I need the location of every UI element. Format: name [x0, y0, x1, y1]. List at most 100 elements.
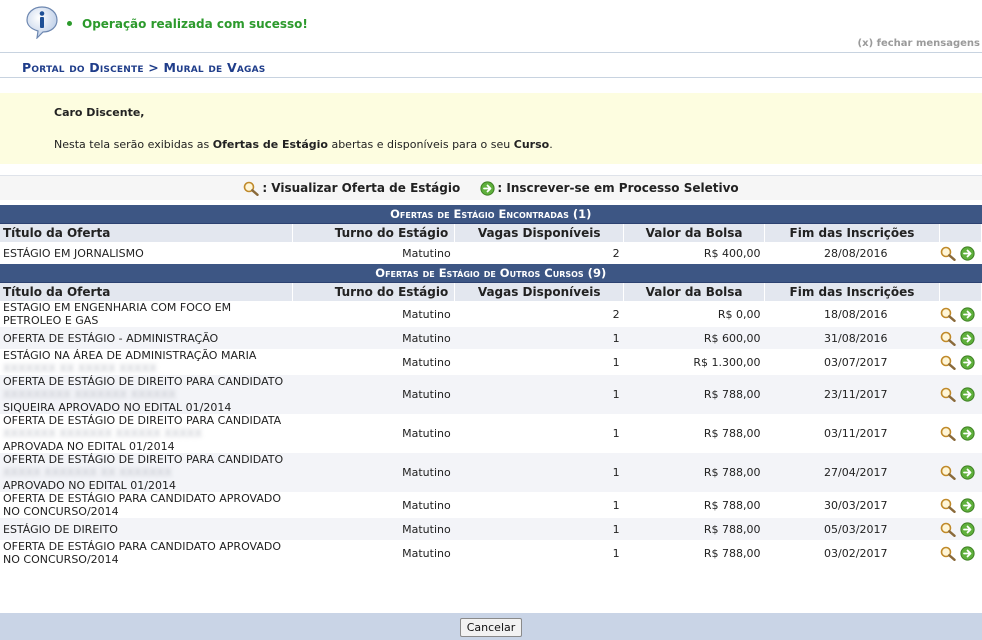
- offer-title-cell: ESTÁGIO DE DIREITO: [0, 518, 293, 540]
- offer-row: OFERTA DE ESTÁGIO DE DIREITO PARA CANDID…: [0, 375, 982, 414]
- magnifier-icon[interactable]: [940, 387, 957, 403]
- offer-vagas: 1: [454, 540, 624, 566]
- info-icon: [26, 6, 58, 39]
- offer-title: OFERTA DE ESTÁGIO DE DIREITO PARA CANDID…: [3, 414, 282, 427]
- col-fim-header: Fim das Inscrições: [764, 282, 940, 301]
- offer-fim: 27/04/2017: [764, 453, 940, 492]
- offer-turno: Matutino: [292, 453, 455, 492]
- magnifier-icon[interactable]: [940, 331, 957, 346]
- go-arrow-icon[interactable]: [960, 245, 976, 261]
- success-bullet: [67, 21, 72, 26]
- column-header-row: Título da Oferta Turno do Estágio Vagas Di…: [0, 223, 982, 242]
- offer-fim: 23/11/2017: [764, 375, 940, 414]
- offer-vagas: 2: [454, 301, 624, 327]
- col-valor-header: Valor da Bolsa: [623, 282, 766, 301]
- magnifier-icon[interactable]: [940, 546, 957, 561]
- redacted-name: XXXXXXXXX XXXXXXX XXXXXX: [3, 388, 176, 401]
- magnifier-icon: [244, 181, 260, 197]
- offer-actions: [939, 349, 982, 375]
- intro-desc-bold-curso: Curso: [513, 138, 550, 151]
- go-arrow-icon[interactable]: [960, 387, 976, 402]
- offer-valor: R$ 0,00: [623, 301, 765, 327]
- offer-fim: 18/08/2016: [764, 301, 940, 327]
- offer-turno: Matutino: [292, 492, 455, 518]
- offer-turno: Matutino: [292, 518, 455, 540]
- intro-desc-prefix: Nesta tela serão exibidas as: [54, 138, 213, 151]
- col-fim-header: Fim das Inscrições: [764, 223, 940, 242]
- offer-actions: [939, 540, 982, 566]
- go-arrow-icon: [480, 181, 495, 196]
- offer-fim: 28/08/2016: [764, 242, 940, 264]
- offer-vagas: 1: [454, 327, 624, 349]
- intro-desc-mid: abertas e disponíveis para o seu: [327, 138, 514, 151]
- go-arrow-icon[interactable]: [960, 521, 976, 537]
- magnifier-icon[interactable]: [940, 307, 957, 322]
- go-arrow-icon[interactable]: [960, 306, 976, 322]
- redacted-name: XXXXX XXXXXXX XX XXXXXXX: [3, 466, 172, 479]
- go-arrow-icon[interactable]: [960, 497, 976, 513]
- cancel-button[interactable]: Cancelar: [459, 618, 523, 637]
- offer-title: ESTÁGIO NA ÁREA DE ADMINISTRAÇÃO MARIA: [3, 349, 257, 362]
- go-arrow-icon[interactable]: [960, 465, 976, 480]
- offer-vagas: 1: [454, 492, 624, 518]
- offer-valor: R$ 788,00: [623, 518, 765, 540]
- offer-turno: Matutino: [292, 414, 455, 453]
- close-messages-link[interactable]: (x) fechar mensagens: [858, 38, 980, 49]
- offer-fim: 30/03/2017: [764, 492, 940, 518]
- offer-turno: Matutino: [292, 375, 455, 414]
- go-arrow-icon[interactable]: [960, 330, 976, 346]
- offer-vagas: 1: [454, 453, 624, 492]
- offer-row: ESTÁGIO NA ÁREA DE ADMINISTRAÇÃO MARIA X…: [0, 349, 982, 375]
- offer-row: OFERTA DE ESTÁGIO - ADMINISTRAÇÃO Matutin…: [0, 327, 982, 349]
- offer-title-cell: ESTAGIO EM ENGENHARIA COM FOCO EM PETROL…: [0, 301, 293, 327]
- go-arrow-icon[interactable]: [960, 426, 976, 441]
- magnifier-icon[interactable]: [940, 426, 957, 442]
- offer-row: ESTAGIO EM ENGENHARIA COM FOCO EM PETROL…: [0, 301, 982, 327]
- breadcrumb-text: Portal do Discente > Mural de Vagas: [22, 60, 266, 75]
- legend-apply-label: : Inscrever-se em Processo Seletivo: [497, 181, 739, 195]
- intro-greeting: Caro Discente,: [54, 106, 145, 119]
- offer-actions: [939, 414, 982, 453]
- magnifier-icon[interactable]: [940, 246, 957, 261]
- footer-bar: Cancelar: [0, 613, 982, 640]
- magnifier-icon[interactable]: [940, 465, 957, 481]
- offer-title: ESTAGIO EM ENGENHARIA COM FOCO EM PETROL…: [3, 301, 232, 327]
- column-header-row: Título da Oferta Turno do Estágio Vagas Di…: [0, 282, 982, 301]
- go-arrow-icon[interactable]: [960, 354, 976, 370]
- go-arrow-icon[interactable]: [960, 545, 976, 561]
- magnifier-icon[interactable]: [940, 522, 957, 537]
- message-bar: Operação realizada com sucesso! (x) fech…: [0, 0, 982, 53]
- offer-vagas: 1: [454, 349, 624, 375]
- offer-valor: R$ 788,00: [623, 414, 765, 453]
- magnifier-icon[interactable]: [940, 355, 957, 370]
- offer-actions: [939, 301, 982, 327]
- section-caption: Ofertas de Estágio de Outros Cursos (9): [0, 264, 982, 283]
- offer-title-cont: SIQUEIRA APROVADO NO EDITAL 01/2014: [3, 401, 232, 414]
- offer-actions: [939, 242, 982, 264]
- offer-vagas: 1: [454, 518, 624, 540]
- offer-turno: Matutino: [292, 242, 455, 264]
- offer-actions: [939, 327, 982, 349]
- offer-actions: [939, 518, 982, 540]
- offer-title: ESTÁGIO DE DIREITO: [3, 522, 118, 536]
- offer-title: OFERTA DE ESTÁGIO - ADMINISTRAÇÃO: [3, 331, 219, 345]
- offer-title-cell: OFERTA DE ESTÁGIO DE DIREITO PARA CANDID…: [0, 375, 293, 414]
- offer-vagas: 1: [454, 375, 624, 414]
- col-vagas-header: Vagas Disponíveis: [454, 223, 625, 242]
- col-valor-header: Valor da Bolsa: [623, 223, 766, 242]
- offer-valor: R$ 600,00: [623, 327, 765, 349]
- magnifier-icon[interactable]: [940, 498, 957, 513]
- offer-row: OFERTA DE ESTÁGIO DE DIREITO PARA CANDID…: [0, 414, 982, 453]
- offer-title-cell: OFERTA DE ESTÁGIO PARA CANDIDATO APROVAD…: [0, 540, 293, 566]
- offer-valor: R$ 1.300,00: [623, 349, 765, 375]
- offer-title: OFERTA DE ESTÁGIO DE DIREITO PARA CANDID…: [3, 453, 284, 466]
- offer-row: OFERTA DE ESTÁGIO DE DIREITO PARA CANDID…: [0, 453, 982, 492]
- offer-title: OFERTA DE ESTÁGIO DE DIREITO PARA CANDID…: [3, 375, 284, 388]
- section-caption-text: Ofertas de Estágio Encontradas (1): [0, 205, 982, 224]
- offer-title-cell: ESTÁGIO NA ÁREA DE ADMINISTRAÇÃO MARIA X…: [0, 349, 293, 375]
- success-message: Operação realizada com sucesso!: [82, 17, 308, 31]
- offer-valor: R$ 788,00: [623, 492, 765, 518]
- offer-title: ESTÁGIO EM JORNALISMO: [3, 246, 144, 260]
- offer-row: OFERTA DE ESTÁGIO PARA CANDIDATO APROVAD…: [0, 492, 982, 518]
- col-title-header: Título da Oferta: [0, 223, 294, 242]
